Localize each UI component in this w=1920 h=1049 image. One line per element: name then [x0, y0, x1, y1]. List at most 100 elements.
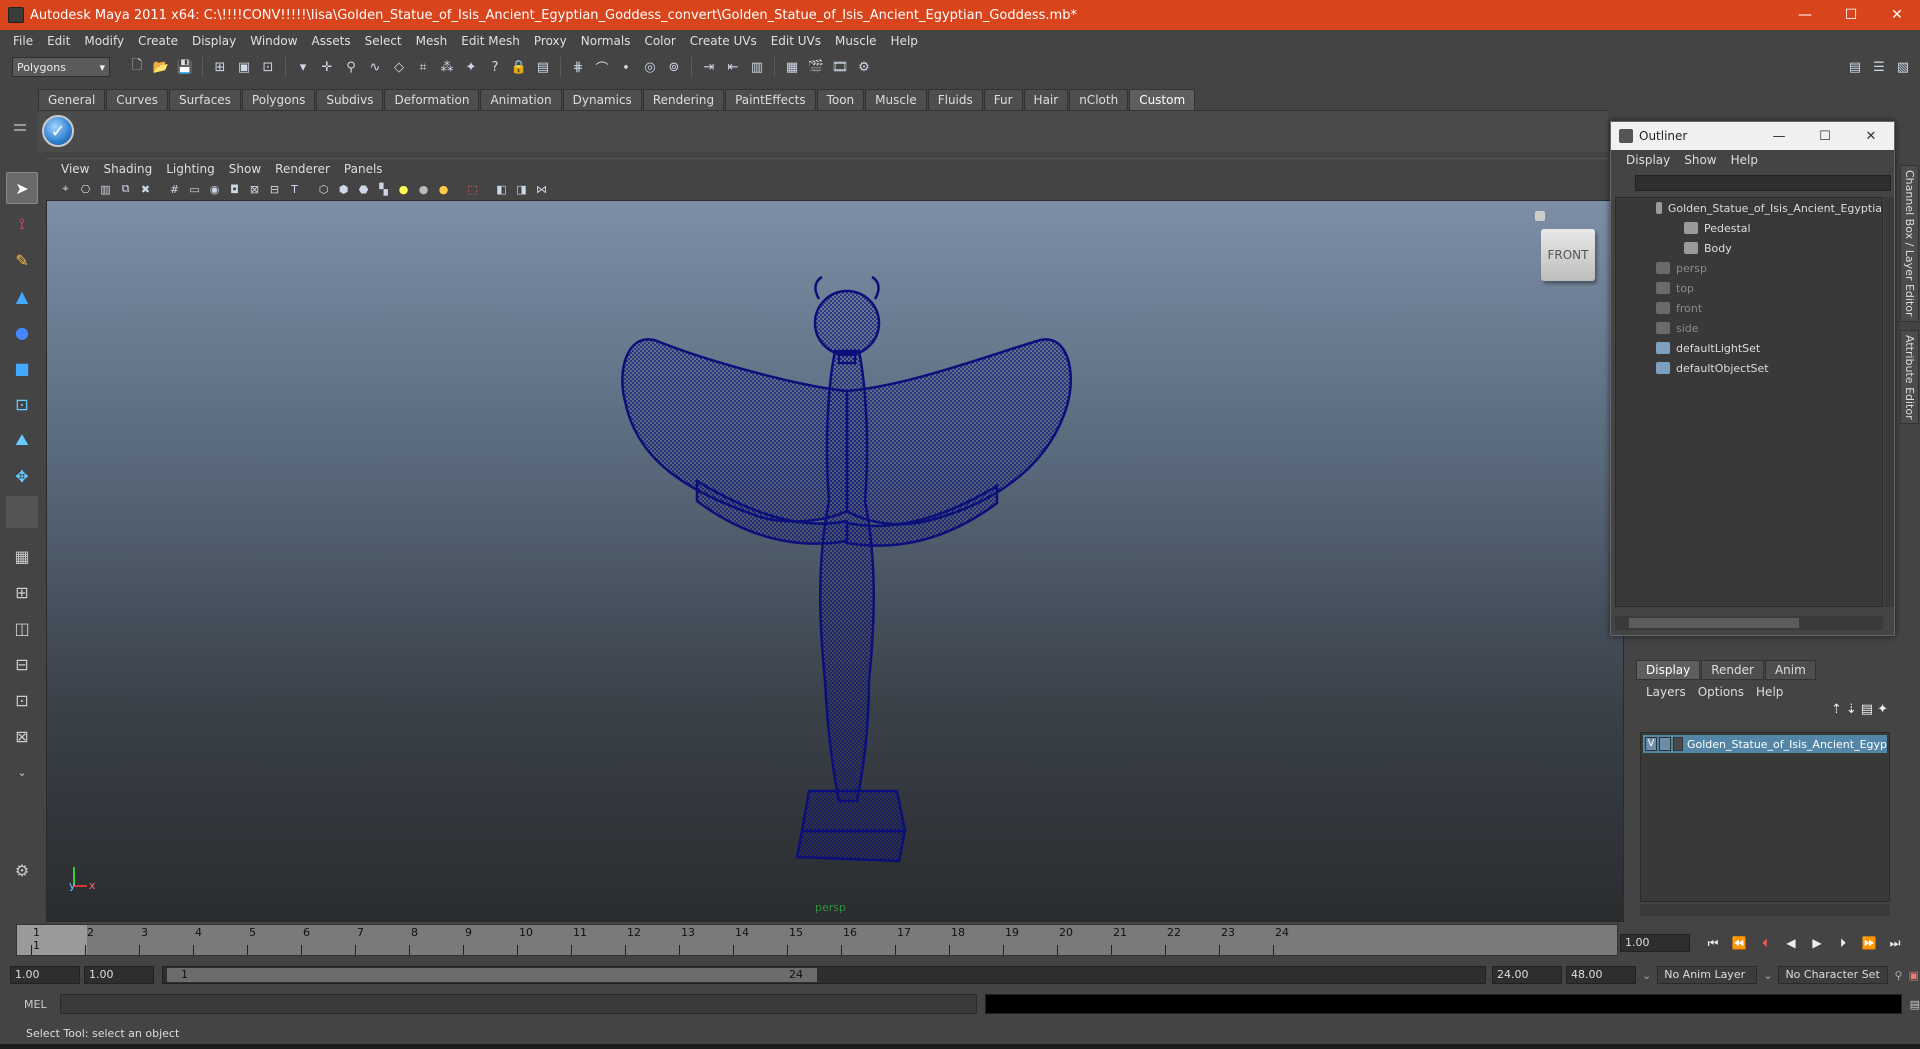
- wireframe-on-shaded-icon[interactable]: ⬣: [354, 180, 373, 198]
- move-layer-down-icon[interactable]: ⇣: [1846, 702, 1857, 726]
- view-cube[interactable]: FRONT: [1541, 229, 1595, 281]
- select-by-object-icon[interactable]: ▣: [233, 56, 255, 78]
- go-to-end-icon[interactable]: ⏭: [1882, 933, 1908, 953]
- select-curves-icon[interactable]: ∿: [364, 56, 386, 78]
- tab-deformation[interactable]: Deformation: [384, 89, 480, 110]
- render-current-frame-icon[interactable]: 🎬: [805, 56, 827, 78]
- panel-menu-view[interactable]: View: [54, 162, 96, 176]
- tab-hair[interactable]: Hair: [1023, 89, 1069, 110]
- layer-list-scrollbar[interactable]: [1640, 904, 1890, 916]
- time-slider[interactable]: 1 1 2 3 4 5 6 7 8 9 10 11 12 13 14 15 16 17 18 19 20 21 22 23 2…: [16, 924, 1618, 956]
- menu-select[interactable]: Select: [358, 34, 409, 48]
- panel-menu-renderer[interactable]: Renderer: [268, 162, 337, 176]
- character-set-dropdown[interactable]: No Character Set: [1778, 966, 1889, 984]
- new-layer-icon[interactable]: ▤: [1861, 702, 1873, 726]
- safe-action-icon[interactable]: ⊟: [265, 180, 284, 198]
- lasso-tool-icon[interactable]: ⟟: [6, 208, 38, 240]
- outliner-item[interactable]: front: [1616, 298, 1882, 318]
- tab-rendering[interactable]: Rendering: [642, 89, 725, 110]
- tab-animation[interactable]: Animation: [480, 89, 562, 110]
- tab-fur[interactable]: Fur: [983, 89, 1023, 110]
- tab-painteffects[interactable]: PaintEffects: [725, 89, 816, 110]
- outliner-menu-show[interactable]: Show: [1677, 153, 1723, 167]
- animation-preferences-icon[interactable]: ▣: [1909, 969, 1919, 982]
- outliner-menu-display[interactable]: Display: [1619, 153, 1677, 167]
- outliner-search-input[interactable]: [1635, 175, 1891, 191]
- select-misc-icon[interactable]: ?: [484, 56, 506, 78]
- menu-edit-uvs[interactable]: Edit UVs: [764, 34, 828, 48]
- menu-modify[interactable]: Modify: [77, 34, 131, 48]
- shelf-menu-handle[interactable]: [14, 118, 28, 146]
- menu-create-uvs[interactable]: Create UVs: [683, 34, 764, 48]
- layer-color-swatch-icon[interactable]: [1673, 737, 1683, 751]
- show-channel-box-icon[interactable]: ▧: [1892, 56, 1914, 78]
- outliner-item[interactable]: persp: [1616, 258, 1882, 278]
- single-perspective-layout-icon[interactable]: ▦: [6, 540, 38, 572]
- outliner-item[interactable]: defaultObjectSet: [1616, 358, 1882, 378]
- tab-toon[interactable]: Toon: [816, 89, 865, 110]
- menu-edit-mesh[interactable]: Edit Mesh: [454, 34, 527, 48]
- use-default-light-icon[interactable]: ●: [394, 180, 413, 198]
- tab-muscle[interactable]: Muscle: [865, 89, 927, 110]
- lock-selection-icon[interactable]: 🔒: [508, 56, 530, 78]
- tab-surfaces[interactable]: Surfaces: [168, 89, 241, 110]
- output-ops-icon[interactable]: ⇤: [722, 56, 744, 78]
- quick-layout-icon[interactable]: ⚙: [6, 854, 38, 886]
- playback-start-field[interactable]: 1.00: [84, 966, 154, 984]
- show-attribute-editor-icon[interactable]: ▤: [1844, 56, 1866, 78]
- mel-command-input[interactable]: [60, 994, 978, 1014]
- xray-icon[interactable]: ◧: [492, 180, 511, 198]
- current-frame-indicator[interactable]: 1: [17, 925, 87, 955]
- soft-modification-icon[interactable]: ⛰: [6, 424, 38, 456]
- outliner-item[interactable]: top: [1616, 278, 1882, 298]
- maximize-button[interactable]: ☐: [1828, 0, 1874, 30]
- select-by-hierarchy-icon[interactable]: ⊞: [209, 56, 231, 78]
- menu-set-dropdown[interactable]: Polygons ▾: [12, 57, 110, 77]
- outliner-item[interactable]: side: [1616, 318, 1882, 338]
- universal-manipulator-icon[interactable]: ⊡: [6, 388, 38, 420]
- tab-attribute-editor[interactable]: Attribute Editor: [1900, 329, 1919, 425]
- select-dynamics-icon[interactable]: ⁂: [436, 56, 458, 78]
- tab-ncloth[interactable]: nCloth: [1069, 89, 1129, 110]
- bookmarks-icon[interactable]: ▥: [96, 180, 115, 198]
- tab-general[interactable]: General: [38, 89, 106, 110]
- minimize-button[interactable]: —: [1782, 0, 1828, 30]
- last-used-tool-icon[interactable]: [6, 496, 38, 528]
- perspective-viewport[interactable]: FRONT y x persp: [46, 200, 1624, 922]
- step-back-key-icon[interactable]: ⏪: [1726, 933, 1752, 953]
- outliner-item[interactable]: Pedestal: [1616, 218, 1882, 238]
- play-forwards-icon[interactable]: ▶: [1804, 933, 1830, 953]
- menu-help[interactable]: Help: [884, 34, 925, 48]
- persp-graph-layout-icon[interactable]: ⊟: [6, 648, 38, 680]
- hud-icon[interactable]: ⋈: [532, 180, 551, 198]
- scale-tool-icon[interactable]: ■: [6, 352, 38, 384]
- wireframe-icon[interactable]: ⬡: [314, 180, 333, 198]
- go-to-start-icon[interactable]: ⏮: [1700, 933, 1726, 953]
- move-tool-icon[interactable]: ▲: [6, 280, 38, 312]
- show-tool-settings-icon[interactable]: ☰: [1868, 56, 1890, 78]
- paint-select-tool-icon[interactable]: ✎: [6, 244, 38, 276]
- show-manipulator-icon[interactable]: ✥: [6, 460, 38, 492]
- shadows-icon[interactable]: ●: [434, 180, 453, 198]
- outliner-item[interactable]: Golden_Statue_of_Isis_Ancient_Egyptia: [1616, 198, 1882, 218]
- script-editor-icon[interactable]: ▤: [1910, 998, 1920, 1011]
- home-icon[interactable]: [1535, 211, 1545, 221]
- menu-normals[interactable]: Normals: [574, 34, 638, 48]
- select-tool-icon[interactable]: ➤: [6, 172, 38, 204]
- chevron-down-icon[interactable]: ⌄: [1763, 969, 1772, 982]
- image-plane-icon[interactable]: ⧉: [116, 180, 135, 198]
- layer-menu-options[interactable]: Options: [1692, 685, 1750, 699]
- highlight-selection-icon[interactable]: ▤: [532, 56, 554, 78]
- render-view-icon[interactable]: ▦: [781, 56, 803, 78]
- tab-custom[interactable]: Custom: [1129, 89, 1196, 110]
- select-camera-icon[interactable]: ⌖: [56, 180, 75, 198]
- smooth-shade-icon[interactable]: ⬢: [334, 180, 353, 198]
- new-scene-icon[interactable]: 🗋: [126, 56, 148, 78]
- tab-dynamics[interactable]: Dynamics: [562, 89, 642, 110]
- range-slider-thumb[interactable]: 1 24: [167, 968, 817, 982]
- layout-options-icon[interactable]: ⌄: [6, 756, 38, 788]
- select-rendering-icon[interactable]: ✦: [460, 56, 482, 78]
- 2d-pan-zoom-icon[interactable]: ✖: [136, 180, 155, 198]
- chevron-down-icon[interactable]: ⌄: [1642, 969, 1651, 982]
- select-handles-icon[interactable]: ✛: [316, 56, 338, 78]
